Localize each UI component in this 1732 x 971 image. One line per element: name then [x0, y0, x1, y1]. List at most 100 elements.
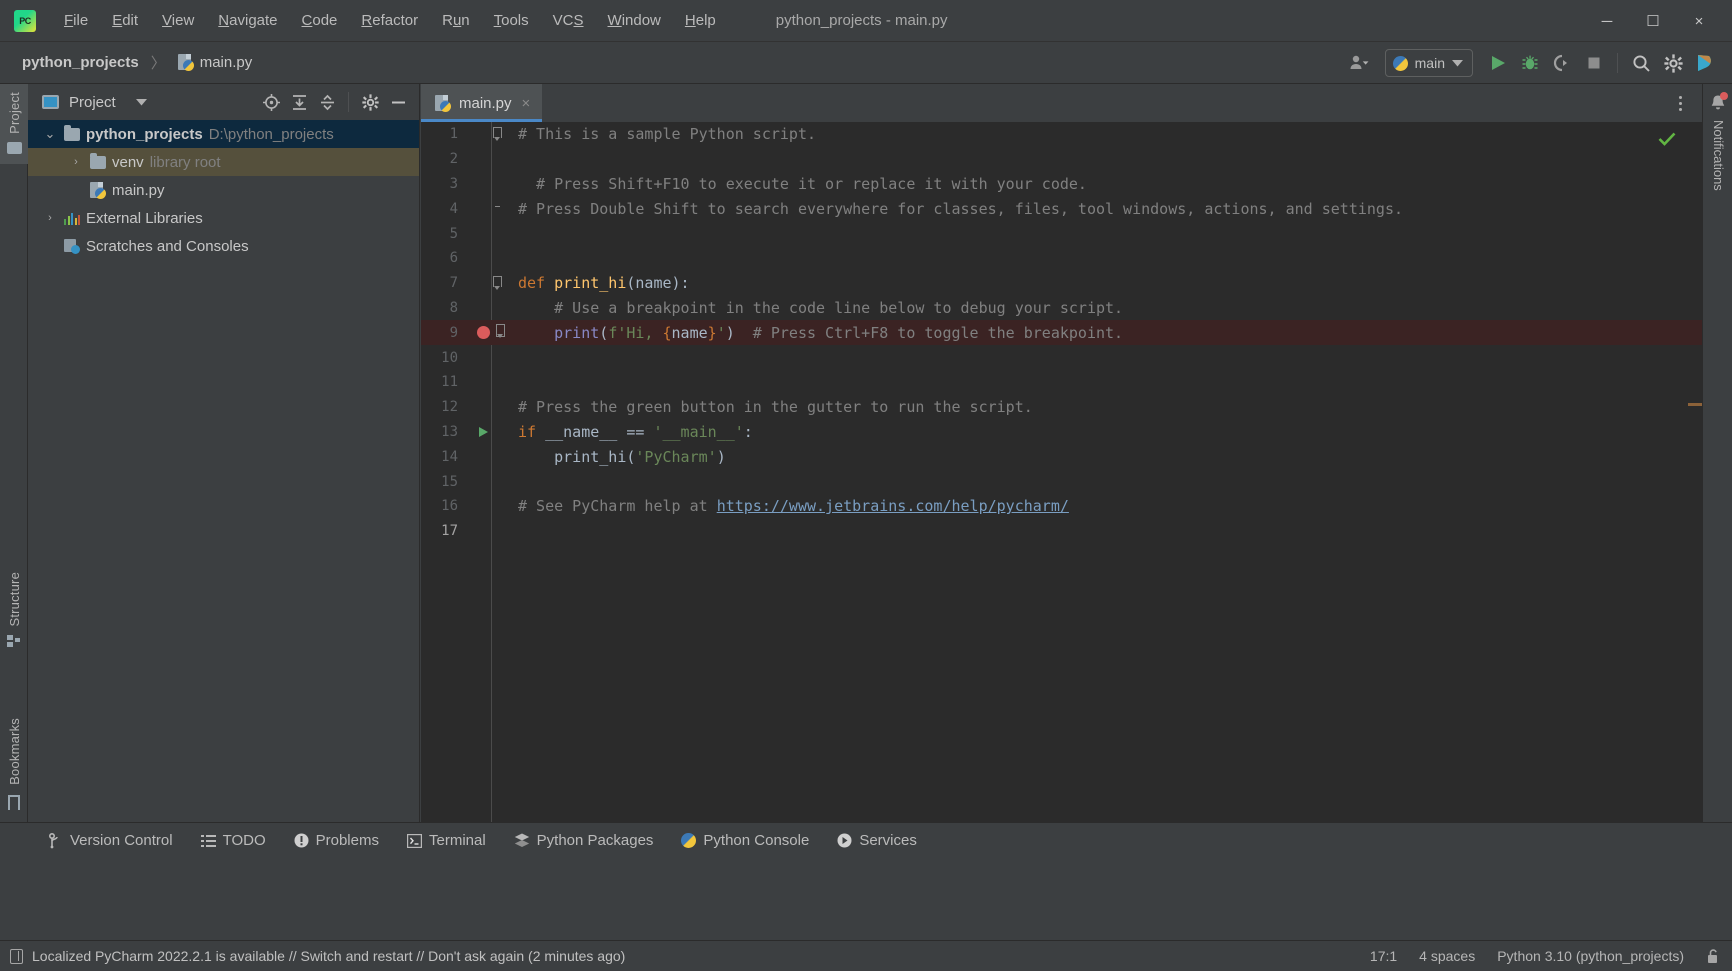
- fold-end-icon[interactable]: [495, 206, 500, 208]
- gutter-11[interactable]: [466, 370, 512, 395]
- menu-item-tools[interactable]: Tools: [482, 8, 541, 33]
- gutter-10[interactable]: [466, 345, 512, 370]
- tree-item-scratches-and-consoles[interactable]: Scratches and Consoles: [28, 232, 419, 260]
- gear-icon[interactable]: [357, 89, 383, 115]
- minimize-button[interactable]: ─: [1584, 0, 1630, 42]
- close-button[interactable]: ×: [1676, 0, 1722, 42]
- code-line-1[interactable]: 1 # This is a sample Python script.: [421, 122, 1702, 147]
- chevron-right-icon[interactable]: ›: [42, 212, 58, 224]
- token[interactable]: https://www.jetbrains.com/help/pycharm/: [717, 497, 1069, 515]
- run-line-icon[interactable]: [479, 426, 488, 437]
- gutter-3[interactable]: [466, 172, 512, 197]
- collapse-all-button[interactable]: [314, 89, 340, 115]
- code-line-14[interactable]: 14 print_hi('PyCharm'): [421, 444, 1702, 469]
- menu-item-file[interactable]: File: [52, 8, 100, 33]
- tree-item-main-py[interactable]: main.py: [28, 176, 419, 204]
- menu-item-help[interactable]: Help: [673, 8, 728, 33]
- gutter-15[interactable]: [466, 469, 512, 494]
- code-line-4[interactable]: 4 # Press Double Shift to search everywhe…: [421, 196, 1702, 221]
- editor-options-icon[interactable]: [1666, 84, 1694, 122]
- sidebar-item-structure[interactable]: Structure: [0, 572, 28, 647]
- tree-item-venv[interactable]: › venv library root: [28, 148, 419, 176]
- breakpoint-icon[interactable]: [477, 326, 490, 340]
- gutter-14[interactable]: [466, 444, 512, 469]
- unlocked-padlock-icon[interactable]: [1706, 948, 1720, 964]
- close-icon[interactable]: ×: [522, 95, 531, 112]
- editor-tab-main-py[interactable]: main.py ×: [421, 84, 543, 122]
- breadcrumb-file[interactable]: main.py: [174, 52, 257, 73]
- fold-marker-icon[interactable]: [496, 324, 505, 339]
- tool-window-services[interactable]: Services: [823, 823, 931, 859]
- tool-window-todo[interactable]: TODO: [187, 823, 280, 859]
- tree-item-external-libraries[interactable]: › External Libraries: [28, 204, 419, 232]
- code-line-2[interactable]: 2: [421, 147, 1702, 172]
- debug-button[interactable]: [1515, 48, 1545, 78]
- stop-button[interactable]: [1579, 48, 1609, 78]
- gutter-4[interactable]: [466, 196, 512, 221]
- code-line-6[interactable]: 6: [421, 246, 1702, 271]
- tool-window-version-control[interactable]: Version Control: [34, 823, 187, 859]
- tool-window-python-console[interactable]: Python Console: [667, 823, 823, 859]
- code-line-17[interactable]: 17: [421, 519, 1702, 544]
- inspection-status-icon[interactable]: [1658, 132, 1676, 146]
- gear-icon[interactable]: [1658, 48, 1688, 78]
- menu-item-edit[interactable]: Edit: [100, 8, 150, 33]
- select-opened-file-button[interactable]: [258, 89, 284, 115]
- code-line-7[interactable]: 7 def print_hi(name):: [421, 271, 1702, 296]
- code-line-12[interactable]: 12 # Press the green button in the gutter…: [421, 395, 1702, 420]
- code-line-9[interactable]: 9 print(f'Hi, {name}') # Press Ctrl+F8 t…: [421, 320, 1702, 346]
- chevron-right-icon[interactable]: ›: [68, 156, 84, 168]
- gutter-7[interactable]: [466, 271, 512, 296]
- account-icon[interactable]: [1345, 48, 1375, 78]
- gutter-2[interactable]: [466, 147, 512, 172]
- indent-setting[interactable]: 4 spaces: [1419, 948, 1475, 964]
- expand-all-button[interactable]: [286, 89, 312, 115]
- menu-item-refactor[interactable]: Refactor: [349, 8, 430, 33]
- menu-item-code[interactable]: Code: [290, 8, 350, 33]
- jetbrains-logo-icon[interactable]: [1690, 48, 1720, 78]
- run-button[interactable]: [1483, 48, 1513, 78]
- code-line-10[interactable]: 10: [421, 345, 1702, 370]
- menu-item-navigate[interactable]: Navigate: [206, 8, 289, 33]
- gutter-17[interactable]: [466, 519, 512, 544]
- hide-panel-button[interactable]: [385, 89, 411, 115]
- tool-window-problems[interactable]: Problems: [280, 823, 393, 859]
- search-icon[interactable]: [1626, 48, 1656, 78]
- code-editor[interactable]: 1 # This is a sample Python script. 2 3 # P…: [421, 122, 1702, 822]
- status-message[interactable]: Localized PyCharm 2022.2.1 is available …: [10, 948, 625, 964]
- code-line-16[interactable]: 16 # See PyCharm help at https://www.jetb…: [421, 494, 1702, 519]
- gutter-13[interactable]: [466, 420, 512, 445]
- code-line-15[interactable]: 15: [421, 469, 1702, 494]
- fold-marker-icon[interactable]: [493, 275, 502, 290]
- code-line-3[interactable]: 3 # Press Shift+F10 to execute it or rep…: [421, 172, 1702, 197]
- caret-position[interactable]: 17:1: [1370, 948, 1397, 964]
- code-line-8[interactable]: 8 # Use a breakpoint in the code line be…: [421, 296, 1702, 321]
- menu-item-window[interactable]: Window: [596, 8, 673, 33]
- tool-window-terminal[interactable]: Terminal: [393, 823, 500, 859]
- gutter-6[interactable]: [466, 246, 512, 271]
- code-line-5[interactable]: 5: [421, 221, 1702, 246]
- scrollbar-marker[interactable]: [1688, 403, 1702, 406]
- gutter-16[interactable]: [466, 494, 512, 519]
- gutter-5[interactable]: [466, 221, 512, 246]
- sidebar-item-bookmarks[interactable]: Bookmarks: [0, 718, 28, 810]
- sidebar-item-project[interactable]: Project: [0, 84, 28, 164]
- breadcrumb-project[interactable]: python_projects: [18, 52, 143, 73]
- fold-marker-icon[interactable]: [493, 127, 502, 141]
- gutter-12[interactable]: [466, 395, 512, 420]
- run-configuration-selector[interactable]: main: [1384, 49, 1473, 77]
- pycharm-logo-icon[interactable]: PC: [14, 9, 36, 32]
- run-with-coverage-button[interactable]: [1547, 48, 1577, 78]
- chevron-down-icon[interactable]: ⌄: [42, 126, 58, 142]
- menu-item-vcs[interactable]: VCS: [541, 8, 596, 33]
- gutter-8[interactable]: [466, 296, 512, 321]
- maximize-button[interactable]: ☐: [1630, 0, 1676, 42]
- chevron-down-icon[interactable]: [135, 98, 147, 106]
- gutter-9[interactable]: [466, 320, 512, 345]
- interpreter-setting[interactable]: Python 3.10 (python_projects): [1497, 948, 1684, 964]
- code-line-13[interactable]: 13 if __name__ == '__main__':: [421, 420, 1702, 445]
- gutter-1[interactable]: [466, 122, 512, 147]
- menu-item-view[interactable]: View: [150, 8, 206, 33]
- code-line-11[interactable]: 11: [421, 370, 1702, 395]
- menu-item-run[interactable]: Run: [430, 8, 482, 33]
